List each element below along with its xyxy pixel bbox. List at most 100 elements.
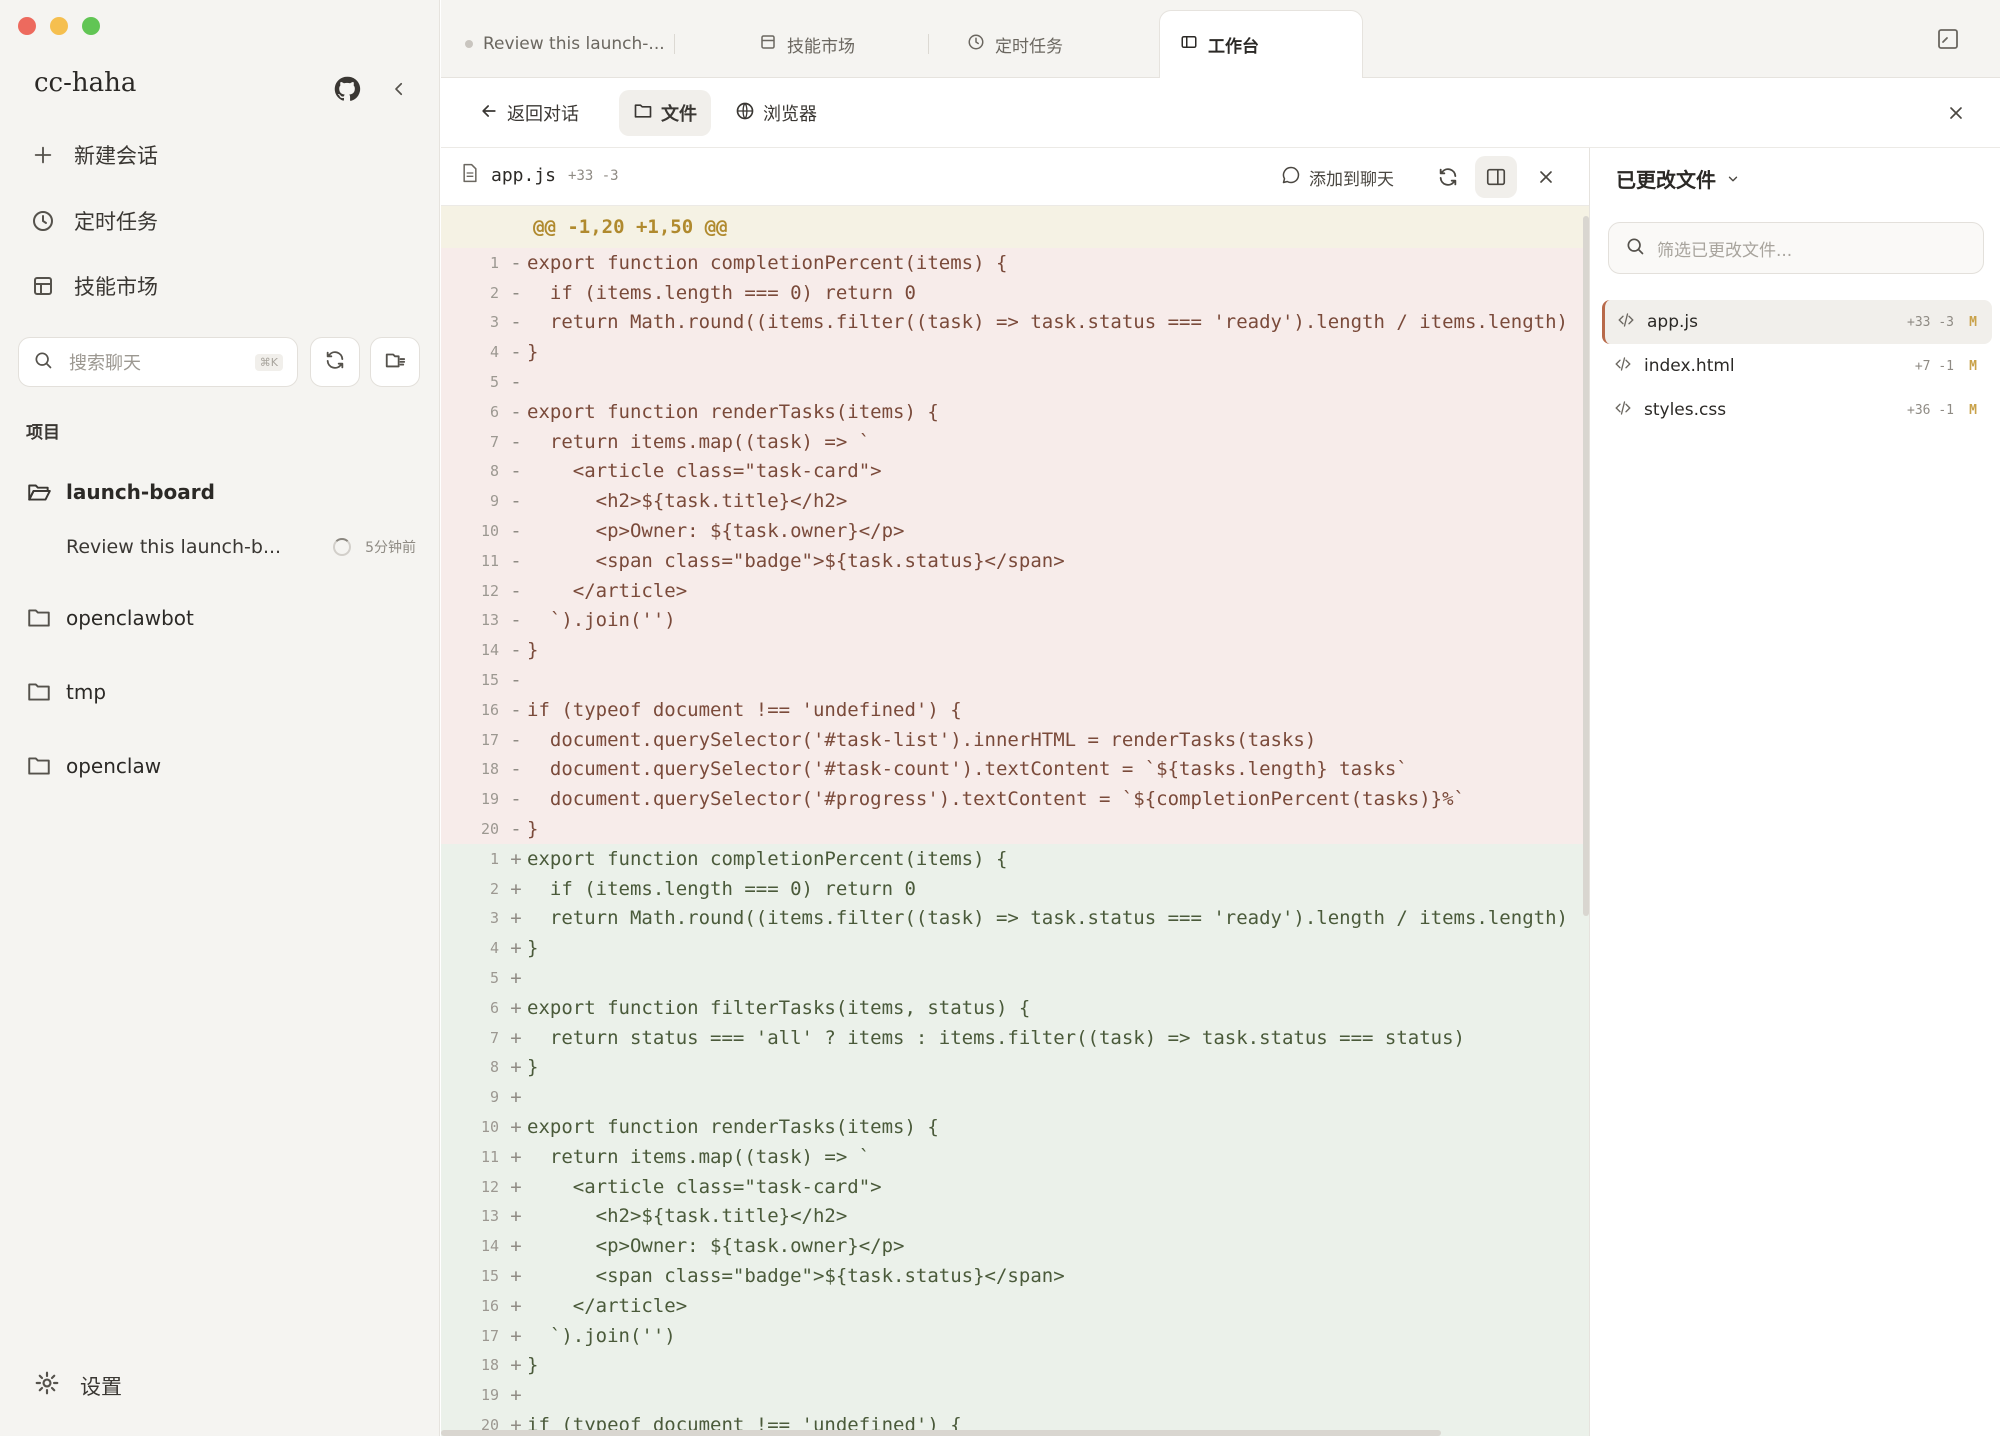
refresh-icon[interactable] [1431, 160, 1465, 194]
diff-line-added: 6 + export function filterTasks(items, sta… [441, 992, 1589, 1023]
add-to-chat-button[interactable]: 添加到聊天 [1281, 158, 1394, 196]
workbench-toolbar: 返回对话 文件 浏览器 [441, 78, 2000, 148]
settings-button[interactable]: 设置 [34, 1370, 122, 1401]
tab-workbench[interactable]: 工作台 [1159, 10, 1363, 78]
line-number: 18 [480, 1356, 499, 1375]
diff-line-added: 10 + export function renderTasks(items) { [441, 1112, 1589, 1142]
tab-scheduled-tasks[interactable]: 定时任务 [967, 10, 1137, 78]
diff-line-deleted: 15- [441, 665, 1589, 695]
code-text: } [527, 937, 539, 960]
close-icon[interactable] [1941, 98, 1971, 128]
diff-view[interactable]: @@ -1,20 +1,50 @@ 1- export function comp… [441, 206, 1589, 1436]
code-text: <span class="badge">${task.status}</span… [527, 1264, 1065, 1287]
window-close-button[interactable] [18, 17, 36, 35]
code-text: <article class="task-card"> [527, 1175, 882, 1198]
changed-file-app-js[interactable]: app.js +33 -3 M [1602, 300, 1992, 344]
nav-skill-market[interactable]: 技能市场 [30, 264, 158, 308]
clock-icon [967, 33, 985, 56]
diff-sign: + [510, 1205, 522, 1228]
folder-icon [26, 605, 52, 631]
diff-sign: - [510, 460, 522, 483]
nav-scheduled-tasks[interactable]: 定时任务 [30, 199, 158, 243]
nav-skill-market-label: 技能市场 [74, 275, 158, 299]
code-text: export function completionPercent(items)… [527, 251, 1008, 274]
code-text: if (typeof document !== 'undefined') { [527, 698, 962, 721]
back-to-chat-button[interactable]: 返回对话 [465, 90, 593, 136]
changed-file-index-html[interactable]: index.html +7 -1 M [1602, 344, 1992, 388]
tab-label: Review this launch-... [483, 34, 665, 54]
changed-files-panel: 已更改文件 筛选已更改文件... app.js +33 -3 M index.h… [1589, 148, 2000, 1436]
split-view-icon[interactable] [1475, 156, 1517, 198]
diff-line-added: 2 + if (items.length === 0) return 0 [441, 873, 1589, 904]
tab-skill-market[interactable]: 技能市场 [759, 10, 929, 78]
window-minimize-button[interactable] [50, 17, 68, 35]
line-number: 19 [480, 790, 499, 809]
diff-line-added: 1 + export function completionPercent(item… [441, 843, 1589, 874]
tab-review-session[interactable]: Review this launch-... [465, 10, 675, 78]
tab-bar: Review this launch-... 技能市场 定时任务 工作台 [441, 0, 2000, 78]
filter-changed-files-input[interactable]: 筛选已更改文件... [1608, 222, 1984, 274]
loading-spinner-icon [333, 538, 352, 556]
project-openclaw[interactable]: openclaw [26, 746, 161, 786]
project-launch-board[interactable]: launch-board [26, 472, 215, 512]
code-text: <p>Owner: ${task.owner}</p> [527, 520, 905, 543]
line-number: 1 [489, 849, 499, 868]
folder-filter-button[interactable] [370, 337, 420, 387]
project-name: openclawbot [66, 606, 194, 630]
changed-files-dropdown[interactable]: 已更改文件 [1616, 164, 1740, 193]
diff-line-added: 4 +} [441, 933, 1589, 964]
line-number: 7 [489, 432, 499, 451]
project-name: tmp [66, 680, 107, 704]
diff-line-deleted: 2- if (items.length === 0) return 0 [441, 277, 1589, 308]
folder-filter-icon [384, 349, 406, 375]
horizontal-scrollbar[interactable] [441, 1430, 1441, 1436]
close-diff-icon[interactable] [1531, 162, 1561, 192]
changed-file-stat: +36 -1 [1907, 402, 1954, 418]
layout-toggle-icon[interactable] [1931, 22, 1965, 56]
changed-file-styles-css[interactable]: styles.css +36 -1 M [1602, 388, 1992, 432]
nav-new-session[interactable]: 新建会话 [30, 133, 158, 177]
diff-sign: - [510, 758, 522, 781]
diff-line-deleted: 3- return Math.round((items.filter((task… [441, 307, 1589, 338]
diff-line-deleted: 18- document.querySelector('#task-count'… [441, 754, 1589, 785]
line-number: 2 [489, 283, 499, 302]
search-shortcut: ⌘K [254, 353, 283, 371]
changed-files-title: 已更改文件 [1616, 168, 1716, 192]
diff-sign: + [510, 1324, 522, 1347]
code-text: document.querySelector('#progress').text… [527, 788, 1465, 811]
window-maximize-button[interactable] [82, 17, 100, 35]
line-number: 9 [489, 492, 499, 511]
code-text: </article> [527, 579, 688, 602]
project-tmp[interactable]: tmp [26, 672, 106, 712]
refresh-button[interactable] [310, 337, 360, 387]
line-number: 11 [480, 551, 499, 570]
code-text: return Math.round((items.filter((task) =… [527, 907, 1568, 930]
browser-tab-button[interactable]: 浏览器 [721, 90, 831, 136]
diff-sign: - [510, 698, 522, 721]
code-text: document.querySelector('#task-list').inn… [527, 728, 1317, 751]
project-openclawbot[interactable]: openclawbot [26, 598, 194, 638]
diff-line-added: 12 + <article class="task-card"> [441, 1171, 1589, 1202]
diff-sign: - [510, 490, 522, 513]
browser-label: 浏览器 [763, 104, 817, 125]
diff-sign: - [510, 818, 522, 841]
line-number: 12 [480, 581, 499, 600]
diff-sign: + [510, 1235, 522, 1258]
filter-placeholder: 筛选已更改文件... [1657, 240, 1793, 261]
refresh-icon [324, 349, 346, 375]
folder-icon [633, 101, 653, 126]
search-chats-input[interactable]: 搜索聊天 ⌘K [18, 337, 298, 387]
session-item[interactable]: Review this launch-b... 5分钟前 [66, 530, 416, 564]
changed-file-stat: +7 -1 [1914, 358, 1954, 374]
diff-sign: - [510, 281, 522, 304]
diff-line-added: 8 +} [441, 1052, 1589, 1083]
chevron-left-icon[interactable] [384, 74, 414, 104]
diff-line-added: 15 + <span class="badge">${task.status}</… [441, 1261, 1589, 1291]
line-number: 14 [480, 1237, 499, 1256]
diff-line-added: 7 + return status === 'all' ? items : ite… [441, 1022, 1589, 1053]
line-number: 10 [480, 1118, 499, 1136]
files-label: 文件 [661, 104, 697, 125]
code-text: export function completionPercent(items)… [527, 847, 1008, 870]
github-icon[interactable] [332, 74, 362, 104]
files-tab-button[interactable]: 文件 [619, 90, 711, 136]
